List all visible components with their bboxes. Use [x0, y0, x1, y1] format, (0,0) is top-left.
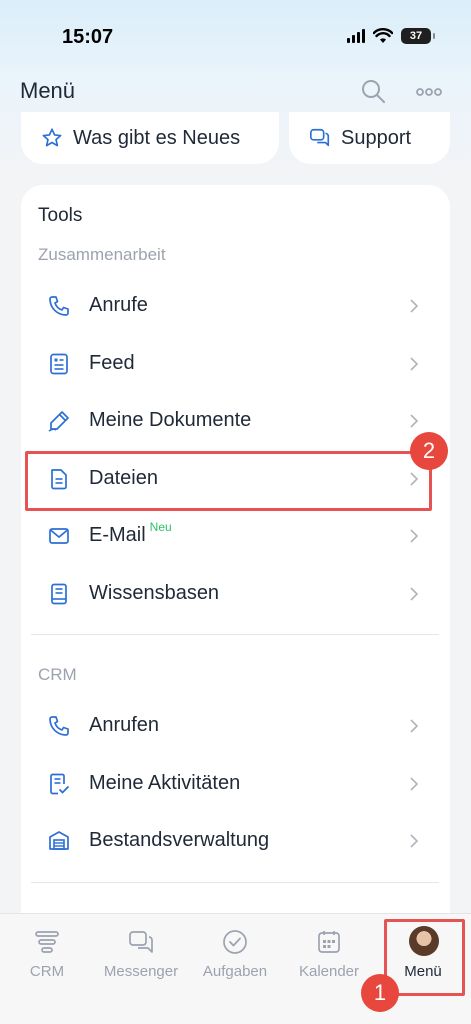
menu-item-label-wrap: E-Mail Neu [89, 520, 172, 547]
menu-item-meine-dokumente[interactable]: Meine Dokumente [21, 393, 450, 449]
whats-new-label: Was gibt es Neues [73, 126, 241, 149]
menu-item-label: Meine Dokumente [89, 409, 252, 431]
search-icon[interactable] [360, 78, 386, 104]
new-badge: Neu [149, 520, 172, 534]
battery-icon: 37 [401, 28, 435, 44]
tab-messenger[interactable]: Messenger [94, 914, 188, 994]
tab-label: Kalender [298, 963, 360, 980]
pen-document-icon [48, 411, 69, 432]
check-circle-icon [223, 930, 247, 954]
page-title: Menü [20, 78, 76, 103]
wifi-icon [373, 28, 393, 43]
menu-item-label: Meine Aktivitäten [89, 772, 241, 794]
chevron-right-icon [410, 357, 419, 371]
menu-item-wissensbasen[interactable]: Wissensbasen [21, 566, 450, 622]
chevron-right-icon [410, 719, 419, 733]
chat-icon [129, 931, 153, 953]
tools-title: Tools [38, 205, 83, 226]
whats-new-button[interactable]: Was gibt es Neues [21, 112, 279, 164]
menu-item-label: Anrufen [89, 714, 160, 736]
support-chat-icon [310, 128, 330, 147]
quick-actions: Was gibt es Neues Support [0, 112, 471, 164]
warehouse-icon [49, 831, 69, 850]
tab-label: CRM [29, 963, 65, 980]
mail-icon [49, 528, 69, 544]
chevron-right-icon [410, 587, 419, 601]
section-label-collaboration: Zusammenarbeit [38, 245, 166, 264]
menu-item-feed[interactable]: Feed [21, 336, 450, 392]
book-icon [51, 583, 67, 605]
step-badge-2: 2 [410, 432, 448, 470]
chevron-right-icon [410, 299, 419, 313]
crm-funnel-icon [35, 931, 59, 953]
signal-icon [347, 29, 365, 43]
more-icon[interactable] [414, 82, 444, 102]
chevron-right-icon [410, 834, 419, 848]
menu-item-email[interactable]: E-Mail Neu [21, 508, 450, 564]
menu-item-label: Feed [89, 352, 135, 374]
tab-kalender[interactable]: Kalender [282, 914, 376, 994]
tab-aufgaben[interactable]: Aufgaben [188, 914, 282, 994]
section-label-crm: CRM [38, 665, 77, 684]
phone-icon [49, 296, 69, 316]
tools-card: Tools Zusammenarbeit Anrufe Feed Meine D… [21, 185, 450, 945]
menu-item-label: Anrufe [89, 294, 148, 316]
support-label: Support [341, 126, 412, 149]
chevron-right-icon [410, 777, 419, 791]
menu-item-anrufe[interactable]: Anrufe [21, 278, 450, 334]
tab-crm[interactable]: CRM [0, 914, 94, 994]
calendar-icon [318, 931, 340, 953]
tab-label: Aufgaben [202, 963, 268, 980]
support-button[interactable]: Support [289, 112, 450, 164]
app-header: Menü [0, 72, 471, 112]
feed-icon [50, 353, 68, 375]
tab-label: Messenger [103, 963, 179, 980]
menu-item-meine-aktivitaeten[interactable]: Meine Aktivitäten [21, 756, 450, 812]
menu-item-anrufen[interactable]: Anrufen [21, 698, 450, 754]
phone-icon [49, 716, 69, 736]
section-divider [31, 882, 439, 883]
menu-item-bestandsverwaltung[interactable]: Bestandsverwaltung [21, 813, 450, 869]
status-time: 15:07 [62, 26, 114, 48]
star-icon [42, 128, 62, 147]
status-icons: 37 [347, 28, 435, 44]
step-badge-1: 1 [361, 974, 399, 1012]
status-bar: 15:07 37 [0, 0, 471, 72]
highlight-dateien [25, 451, 432, 511]
section-divider [31, 634, 439, 635]
chevron-right-icon [410, 529, 419, 543]
menu-item-label: Wissensbasen [89, 582, 220, 604]
menu-item-label: Bestandsverwaltung [89, 829, 270, 851]
checklist-icon [50, 773, 69, 795]
menu-item-label: E-Mail [89, 524, 146, 546]
chevron-right-icon [410, 414, 419, 428]
